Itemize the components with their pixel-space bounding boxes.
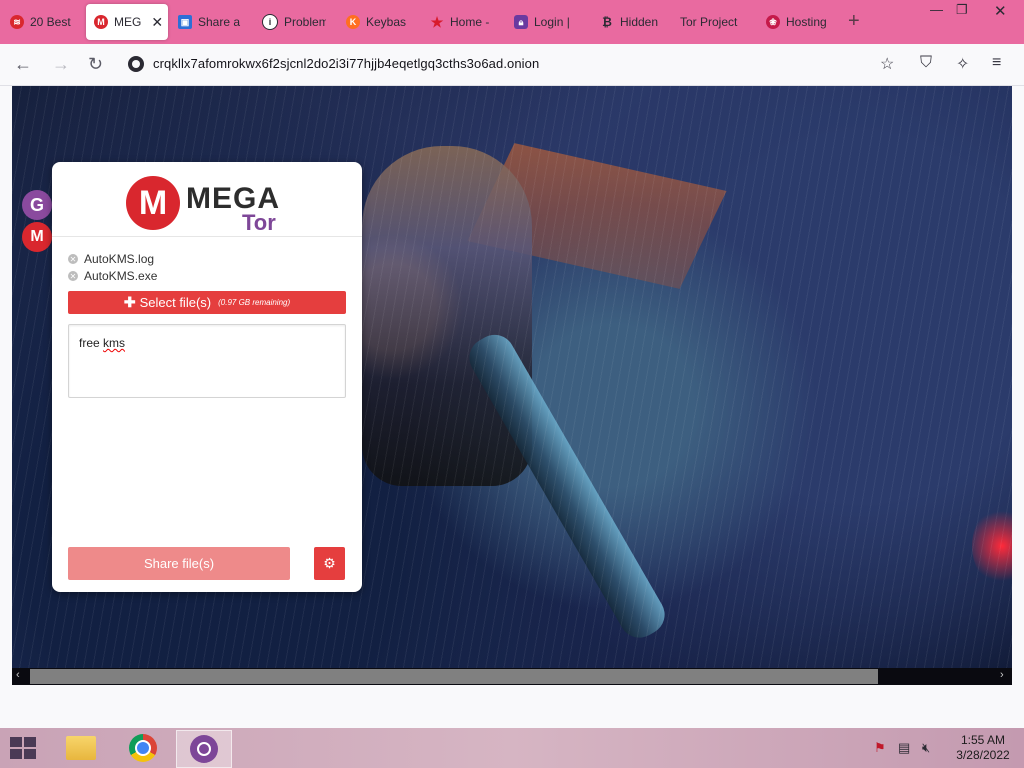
bitcoin-icon: ₿ <box>602 15 612 29</box>
window-close-icon[interactable]: ✕ <box>994 2 1007 20</box>
message-text: free kms <box>79 336 125 350</box>
g-badge-icon[interactable]: G <box>22 190 52 220</box>
onion-icon <box>128 56 144 72</box>
horizontal-scrollbar[interactable]: ‹ › <box>12 668 1012 685</box>
new-tab-icon[interactable]: + <box>848 10 860 33</box>
windows-start-icon[interactable] <box>10 737 38 759</box>
info-circle-icon: i <box>262 14 278 30</box>
settings-gear-icon[interactable]: ⚙ <box>314 547 345 580</box>
share-files-button[interactable]: Share file(s) <box>68 547 290 580</box>
mega-logo-icon: M <box>126 176 180 230</box>
tab-label: Problem <box>284 15 326 29</box>
tab-login[interactable]: 🔒︎ Login | <box>514 4 578 40</box>
tab-label: Hosting <box>786 15 827 29</box>
tab-hidden[interactable]: ₿ Hidden <box>600 4 660 40</box>
tab-label: Home - <box>450 15 490 29</box>
select-files-label: Select file(s) <box>139 295 212 310</box>
url-text: crqkllx7afomrokwx6f2sjcnl2do2i3i77hjjb4e… <box>153 56 540 71</box>
file-item: ✕ AutoKMS.log <box>68 252 154 266</box>
keybase-icon: K <box>346 15 360 29</box>
mega-icon: M <box>94 15 108 29</box>
star-icon: ★ <box>430 13 444 30</box>
mega-upload-card: M MEGA Tor ✕ AutoKMS.log ✕ AutoKMS.exe ✚… <box>52 162 362 592</box>
tab-favicon-icon: ▣ <box>178 15 192 29</box>
tab-20-best[interactable]: ≋ 20 Best <box>10 4 80 40</box>
menu-icon[interactable]: ≡ <box>992 54 1001 72</box>
divider <box>52 236 362 237</box>
scroll-left-icon[interactable]: ‹ <box>16 669 20 681</box>
tab-share[interactable]: ▣ Share a <box>178 4 244 40</box>
remove-file-icon[interactable]: ✕ <box>68 254 78 264</box>
tab-home[interactable]: ★ Home - <box>430 4 496 40</box>
shield-icon[interactable]: ⛉ <box>920 54 932 72</box>
mega-badge-icon[interactable]: M <box>22 222 52 252</box>
action-center-flag-icon[interactable]: ⚑ <box>874 740 886 756</box>
raspberry-icon: ❀ <box>766 15 780 29</box>
tab-label: MEG <box>114 15 142 29</box>
close-tab-icon[interactable]: ✕ <box>151 14 163 31</box>
tab-keybase[interactable]: K Keybas <box>346 4 410 40</box>
minimize-icon[interactable]: — <box>930 2 943 17</box>
file-item: ✕ AutoKMS.exe <box>68 269 157 283</box>
plus-icon: ✚ <box>123 294 136 310</box>
address-bar[interactable]: crqkllx7afomrokwx6f2sjcnl2do2i3i77hjjb4e… <box>118 49 918 79</box>
tab-label: Hidden <box>620 15 659 29</box>
file-explorer-icon[interactable] <box>54 730 108 766</box>
clock-time: 1:55 AM <box>960 733 1006 747</box>
tab-favicon-icon: ≋ <box>10 15 24 29</box>
tab-problem[interactable]: i Problem <box>262 4 326 40</box>
clock-date: 3/28/2022 <box>956 748 1010 762</box>
tab-label: Keybas <box>366 15 407 29</box>
forward-icon[interactable]: → <box>52 54 70 74</box>
reload-icon[interactable]: ↻ <box>88 54 103 74</box>
scroll-right-icon[interactable]: › <box>1000 669 1004 681</box>
message-text-plain: free <box>79 336 104 350</box>
tab-label: Tor Project <box>680 15 738 29</box>
system-clock[interactable]: 1:55 AM 3/28/2022 <box>950 733 1016 763</box>
select-files-button[interactable]: ✚ Select file(s) (0.97 GB remaining) <box>68 291 346 314</box>
tab-label: Login | <box>534 15 570 29</box>
tab-label: 20 Best <box>30 15 71 29</box>
scrollbar-thumb[interactable] <box>30 669 878 684</box>
file-name: AutoKMS.log <box>84 252 155 266</box>
taskbar: ⚑ ▤ 🔇︎ 1:55 AM 3/28/2022 <box>0 728 1024 768</box>
tor-browser-icon[interactable] <box>176 730 232 768</box>
chrome-icon[interactable] <box>116 730 170 766</box>
message-text-misspelled: kms <box>103 336 126 350</box>
tab-label: Share a <box>198 15 241 29</box>
bookmark-star-icon[interactable]: ☆ <box>880 54 894 74</box>
remaining-quota: (0.97 GB remaining) <box>218 298 291 307</box>
page-viewport: G M M MEGA Tor ✕ AutoKMS.log ✕ AutoKMS.e… <box>12 86 1012 668</box>
mega-tor-logo: M MEGA Tor <box>126 176 286 236</box>
tab-mega[interactable]: M MEG ✕ <box>86 4 168 40</box>
restore-icon[interactable]: ❐ <box>956 2 968 18</box>
volume-muted-icon[interactable]: 🔇︎ <box>922 740 930 756</box>
file-name: AutoKMS.exe <box>84 269 158 283</box>
tab-strip: ≋ 20 Best M MEG ✕ ▣ Share a i Problem K … <box>0 0 1024 44</box>
logo-sub: Tor <box>242 210 276 235</box>
tab-tor-project[interactable]: Tor Project <box>680 4 746 40</box>
tab-hosting[interactable]: ❀ Hosting <box>766 4 832 40</box>
back-icon[interactable]: ← <box>14 54 32 74</box>
lock-icon: 🔒︎ <box>514 15 528 29</box>
security-level-icon[interactable]: ✧ <box>956 54 969 74</box>
message-textarea[interactable]: free kms <box>68 324 346 398</box>
network-icon[interactable]: ▤ <box>898 740 910 756</box>
navigation-bar: ← → ↻ crqkllx7afomrokwx6f2sjcnl2do2i3i77… <box>0 44 1024 86</box>
remove-file-icon[interactable]: ✕ <box>68 271 78 281</box>
